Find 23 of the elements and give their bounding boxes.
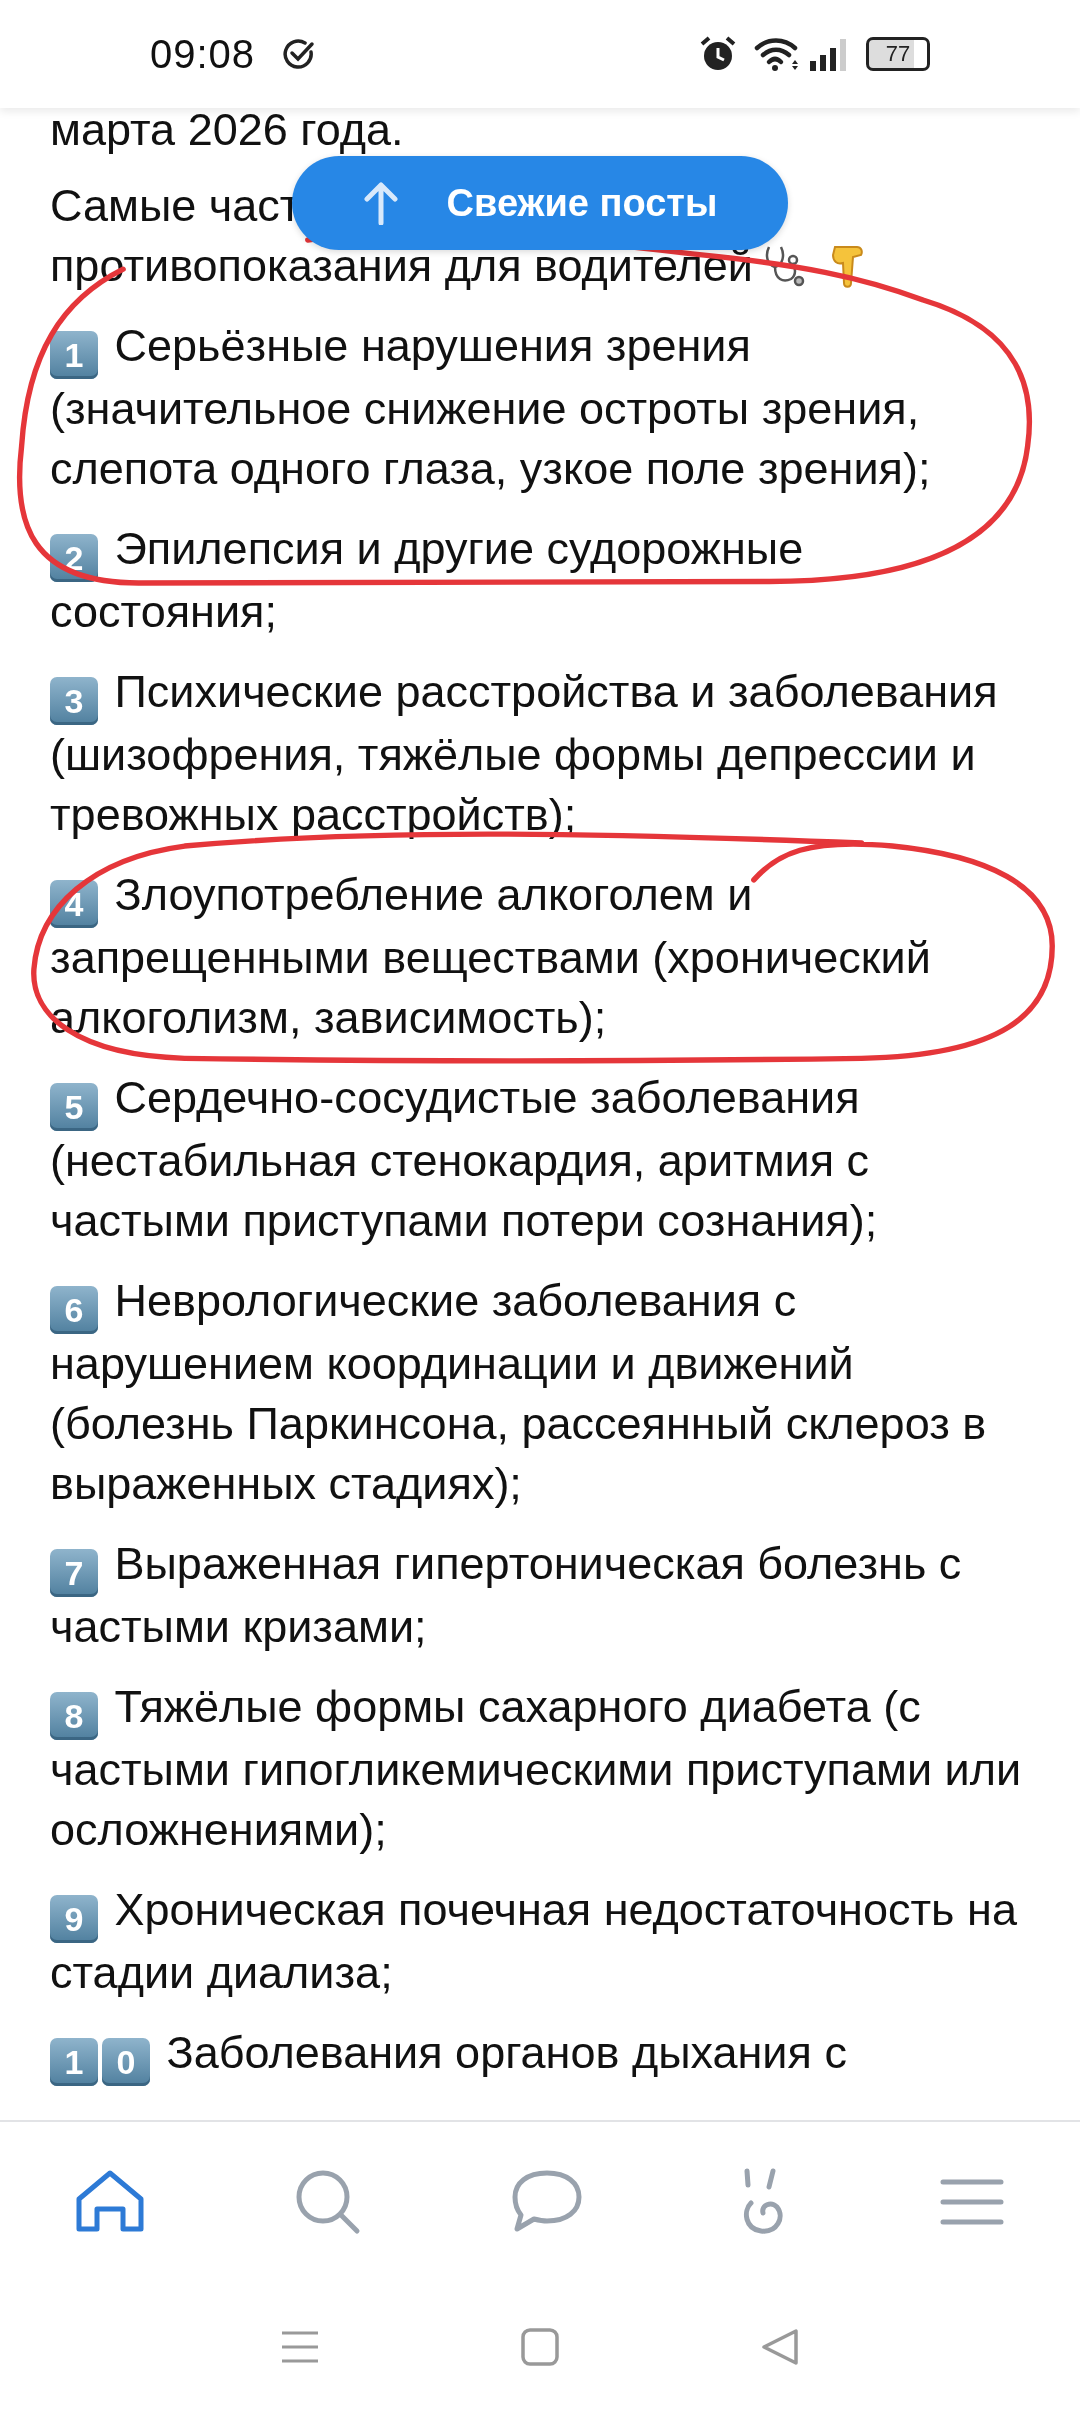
home-icon	[75, 2169, 145, 2235]
wifi-icon	[754, 36, 800, 72]
check-circle-icon	[283, 38, 316, 70]
list-item-text: 1 0 Заболевания органов дыхания с	[50, 2023, 1022, 2086]
fresh-posts-button[interactable]: Свежие посты	[292, 156, 788, 250]
list-item-text: 8 Тяжёлые формы сахарного диабета (с частыми гипогликемическими приступами или осложнениями);	[50, 1680, 1022, 1857]
post-text: марта 2026 года.	[50, 108, 405, 152]
list-item-text: 3 Психические расстройства и заболевания (шизофрения, тяжёлые формы депрессии и тревожных расстройств);	[50, 665, 999, 842]
arrow-up-icon	[362, 181, 399, 225]
list-item-text: 5 Сердечно-сосудистые заболевания (нестабильная стенокардия, аритмия с частыми приступами потери сознания);	[50, 1071, 879, 1248]
list-item-text: 1 Серьёзные нарушения зрения (значительное снижение остроты зрения, слепота одного глаза, узкое поле зрения);	[50, 319, 932, 496]
menu-icon	[939, 2177, 1005, 2227]
list-item-text: 4 Злоупотребление алкоголем и запрещенными веществами (хронический алкоголизм, зависимость);	[50, 868, 932, 1045]
list-item-text: 6 Неврологические заболевания с нарушением координации и движений (болезнь Паркинсона, рассеянный склероз в выраженных стадиях);	[50, 1274, 988, 1511]
list-item-text: 7 Выраженная гипертоническая болезнь с частыми кризами;	[50, 1537, 963, 1654]
list-item-text: 9 Хроническая почечная недостаточность на стадии диализа;	[50, 1883, 1018, 2000]
battery-indicator: 77	[866, 37, 930, 71]
search-icon	[295, 2169, 361, 2235]
home-button[interactable]	[520, 2327, 560, 2367]
clock: 09:08	[150, 31, 256, 77]
chat-icon	[511, 2169, 583, 2235]
alarm-icon	[700, 36, 736, 72]
back-button[interactable]	[760, 2327, 800, 2367]
